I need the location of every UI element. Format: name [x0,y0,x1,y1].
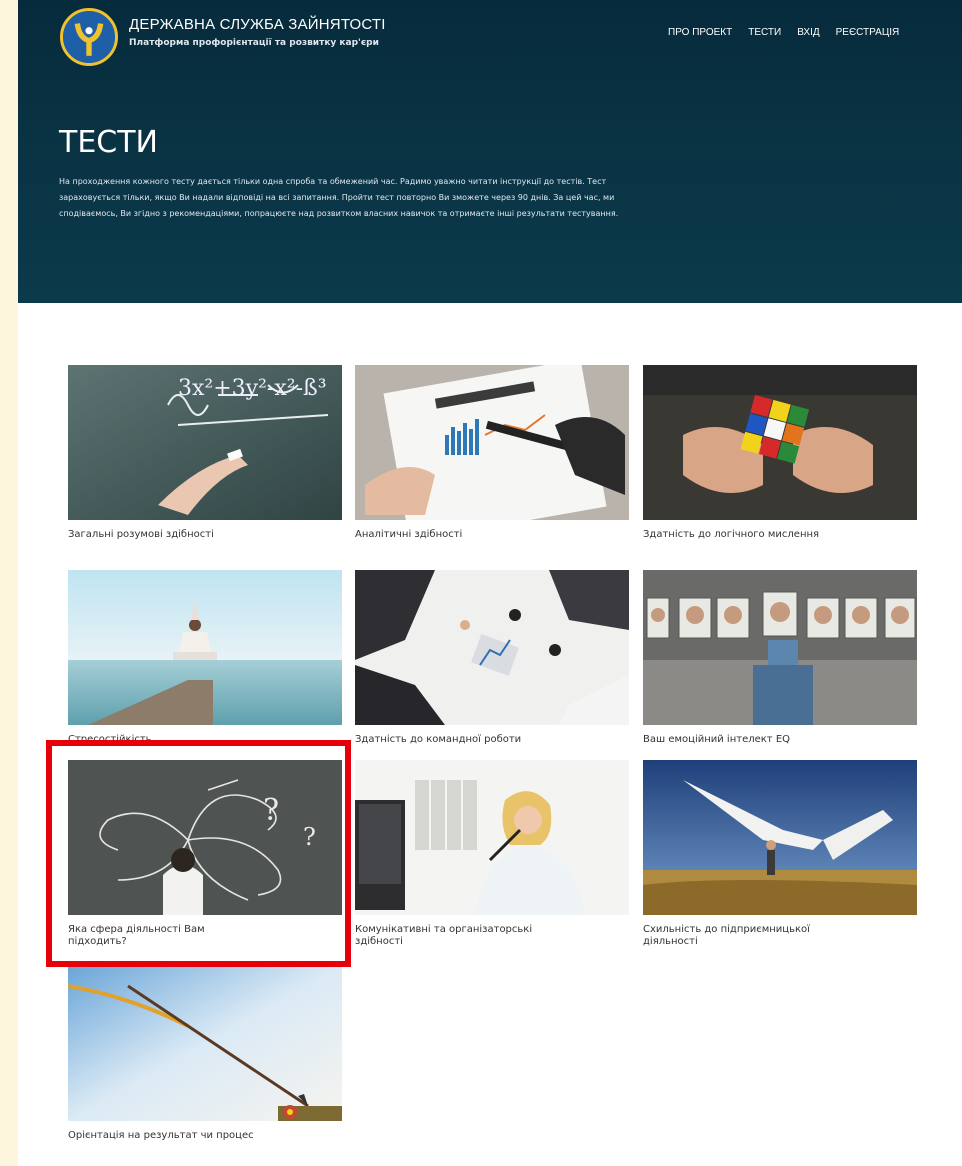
test-card-communicative[interactable]: Комунікативні та організаторські здібнос… [355,760,629,948]
page-description: На проходження кожного тесту дається тіл… [59,177,619,218]
arrow-target-photo [68,966,342,1121]
test-card-teamwork[interactable]: Здатність до командної роботи [355,570,629,746]
test-card-label: Аналітичні здібності [355,529,463,540]
svg-text:3x²+3y²-x²-ß³: 3x²+3y²-x²-ß³ [178,376,327,401]
test-card-career-sphere[interactable]: ? ? Яка сфера діяльності Вам підходить? [68,760,342,948]
nav-tests[interactable]: ТЕСТИ [748,27,781,38]
test-card-label: Ваш емоційний інтелект EQ [643,734,791,745]
test-card-stress[interactable]: Стресостійкість [68,570,342,746]
logo[interactable] [60,8,118,66]
emotion-faces-photo [643,570,917,725]
test-card-entrepreneurship[interactable]: Схильність до підприємницької діяльності [643,760,917,948]
test-card-label: Комунікативні та організаторські здібнос… [355,924,533,947]
question-marks-photo: ? ? [68,760,342,915]
nav-register[interactable]: РЕЄСТРАЦІЯ [836,27,900,38]
main-nav: ПРО ПРОЕКТ ТЕСТИ ВХІД РЕЄСТРАЦІЯ [668,27,899,38]
nav-login[interactable]: ВХІД [797,27,819,38]
test-card-label: Загальні розумові здібності [68,529,214,540]
test-card-general-mental[interactable]: 3x²+3y²-x²-ß³ Загальні розумові здібност… [68,365,342,541]
org-name[interactable]: ДЕРЖАВНА СЛУЖБА ЗАЙНЯТОСТІ [129,16,386,33]
report-charts-photo [355,365,629,520]
test-card-analytical[interactable]: Аналітичні здібності [355,365,629,541]
test-card-label: Стресостійкість [68,734,152,745]
chalkboard-math-photo: 3x²+3y²-x²-ß³ [68,365,342,520]
test-card-label: Схильність до підприємницької діяльності [643,924,810,947]
logo-emblem-icon [63,11,115,63]
hero-banner: ДЕРЖАВНА СЛУЖБА ЗАЙНЯТОСТІ Платформа про… [18,0,962,303]
team-meeting-photo [355,570,629,725]
meditation-pier-photo [68,570,342,725]
paper-wing-photo [643,760,917,915]
page-title: ТЕСТИ [59,125,158,160]
test-card-logical[interactable]: Здатність до логічного мислення [643,365,917,541]
office-phone-photo [355,760,629,915]
page: ДЕРЖАВНА СЛУЖБА ЗАЙНЯТОСТІ Платформа про… [18,0,962,1166]
platform-subtitle: Платформа профорієнтації та розвитку кар… [129,38,379,48]
rubiks-cube-photo [643,365,917,520]
test-card-eq[interactable]: Ваш емоційний інтелект EQ [643,570,917,746]
test-card-label: Яка сфера діяльності Вам підходить? [68,924,205,947]
svg-text:?: ? [303,823,316,851]
test-card-result-orientation[interactable]: Орієнтація на результат чи процес [68,966,342,1142]
nav-about[interactable]: ПРО ПРОЕКТ [668,27,732,38]
test-card-label: Здатність до логічного мислення [643,529,820,540]
test-card-label: Здатність до командної роботи [355,734,522,745]
test-card-label: Орієнтація на результат чи процес [68,1130,254,1141]
svg-text:?: ? [263,793,279,828]
